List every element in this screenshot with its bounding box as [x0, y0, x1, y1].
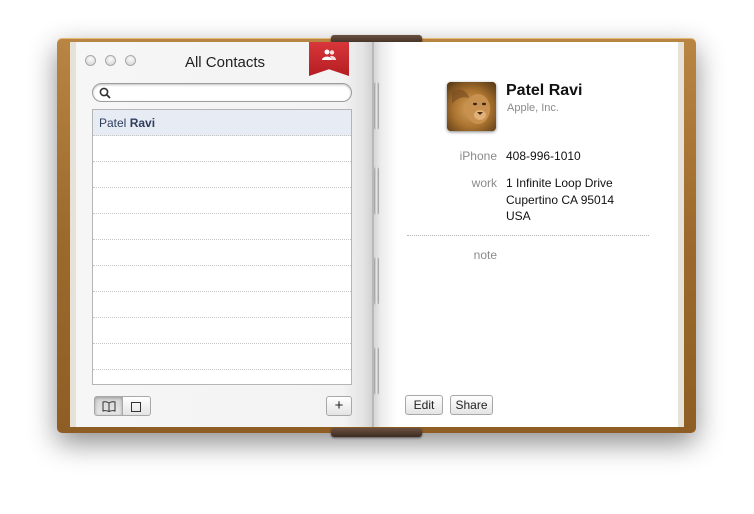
contact-last-name: Ravi: [129, 116, 156, 130]
search-input[interactable]: [113, 85, 347, 102]
window-title: All Contacts: [184, 54, 266, 71]
address-line: Cupertino CA 95014: [506, 192, 615, 207]
avatar: [447, 82, 496, 131]
card-and-list-view-button[interactable]: [94, 396, 123, 416]
empty-list-row: [93, 370, 351, 384]
book-icon: [102, 401, 116, 412]
empty-list-row: [93, 214, 351, 240]
card-only-view-button[interactable]: [122, 396, 151, 416]
contact-row[interactable]: Patel Ravi: [93, 110, 351, 136]
close-button[interactable]: [85, 55, 96, 66]
note-field[interactable]: [506, 247, 646, 263]
binder-ring: [374, 167, 379, 215]
address-line: USA: [506, 209, 531, 223]
binder-ring: [374, 347, 379, 395]
lion-photo: [447, 82, 496, 131]
search-icon: [99, 87, 111, 99]
contact-company: Apple, Inc.: [507, 102, 559, 114]
binder-ring: [374, 257, 379, 305]
empty-list-row: [93, 344, 351, 370]
address-line: 1 Infinite Loop Drive: [506, 176, 613, 190]
phone-value[interactable]: 408-996-1010: [506, 148, 581, 165]
phone-label: iPhone: [459, 149, 497, 163]
binder-ring: [374, 82, 379, 130]
binder-rings: [374, 42, 382, 427]
empty-list-row: [93, 162, 351, 188]
zoom-button[interactable]: [125, 55, 136, 66]
empty-list-row: [93, 136, 351, 162]
note-label: note: [473, 248, 497, 262]
minimize-button[interactable]: [105, 55, 116, 66]
address-value[interactable]: 1 Infinite Loop Drive Cupertino CA 95014…: [506, 175, 614, 225]
empty-list-row: [93, 318, 351, 344]
contact-name: Patel Ravi: [506, 82, 583, 99]
square-icon: [131, 402, 141, 412]
empty-list-row: [93, 240, 351, 266]
add-contact-button[interactable]: +: [326, 396, 352, 416]
edit-button[interactable]: Edit: [405, 395, 443, 415]
address-label: work: [471, 176, 497, 190]
empty-list-row: [93, 292, 351, 318]
bottom-strap: [331, 428, 422, 437]
people-icon: [321, 49, 337, 63]
share-button[interactable]: Share: [450, 395, 493, 415]
card-divider: [407, 235, 649, 236]
empty-list-row: [93, 188, 351, 214]
empty-list-row: [93, 266, 351, 292]
contacts-list[interactable]: Patel Ravi: [92, 109, 352, 385]
search-field[interactable]: [92, 83, 352, 102]
contact-first-name: Patel: [99, 116, 130, 130]
view-mode-segmented-control[interactable]: [94, 396, 152, 416]
